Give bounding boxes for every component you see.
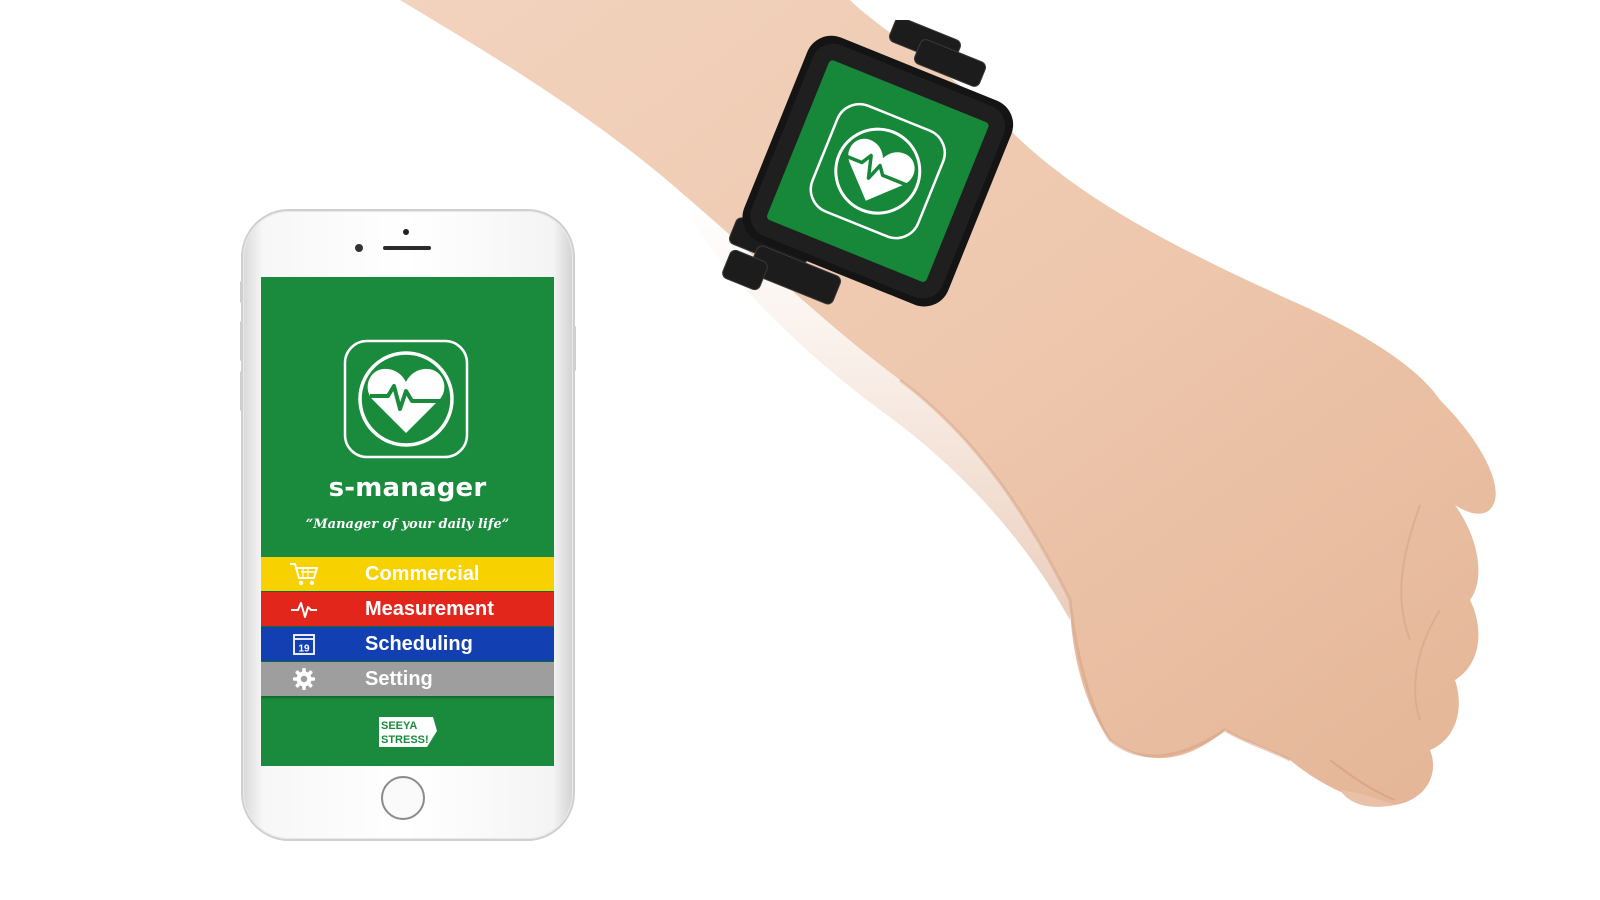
- phone-camera: [403, 229, 409, 235]
- phone-power-button: [573, 326, 576, 371]
- seeya-stress-logo: SEEYA STRESS!: [379, 717, 437, 747]
- app-screen: s-manager “Manager of your daily life” C…: [261, 277, 554, 766]
- menu-item-setting-label: Setting: [365, 668, 433, 690]
- home-button[interactable]: [381, 776, 425, 820]
- menu-item-measurement-label: Measurement: [365, 598, 494, 620]
- main-menu: Commercial Measurement 19 Scheduling Set…: [261, 557, 554, 697]
- calendar-day: 19: [298, 644, 310, 655]
- pulse-icon: [291, 602, 317, 618]
- cart-icon: [290, 563, 318, 586]
- smartphone: s-manager “Manager of your daily life” C…: [240, 211, 576, 839]
- menu-item-commercial-label: Commercial: [365, 563, 480, 585]
- app-tagline: “Manager of your daily life”: [305, 517, 510, 532]
- logo-line-2: STRESS!: [381, 734, 429, 746]
- phone-sensor: [355, 244, 363, 252]
- product-showcase: s-manager “Manager of your daily life” C…: [0, 0, 1600, 900]
- menu-item-scheduling[interactable]: 19 Scheduling: [261, 627, 554, 661]
- gear-icon: [293, 668, 315, 690]
- menu-item-measurement[interactable]: Measurement: [261, 592, 554, 626]
- phone-volume-down-button: [240, 371, 243, 411]
- smartwatch: [722, 20, 1014, 307]
- phone-speaker: [383, 246, 431, 250]
- menu-item-commercial[interactable]: Commercial: [261, 557, 554, 591]
- app-title: s-manager: [328, 473, 487, 503]
- phone-volume-up-button: [240, 321, 243, 361]
- heart-pulse-icon: [343, 339, 469, 459]
- calendar-icon: 19: [293, 634, 315, 655]
- logo-line-1: SEEYA: [381, 720, 417, 732]
- menu-item-setting[interactable]: Setting: [261, 662, 554, 696]
- menu-item-scheduling-label: Scheduling: [365, 633, 473, 655]
- phone-side-button: [240, 281, 243, 303]
